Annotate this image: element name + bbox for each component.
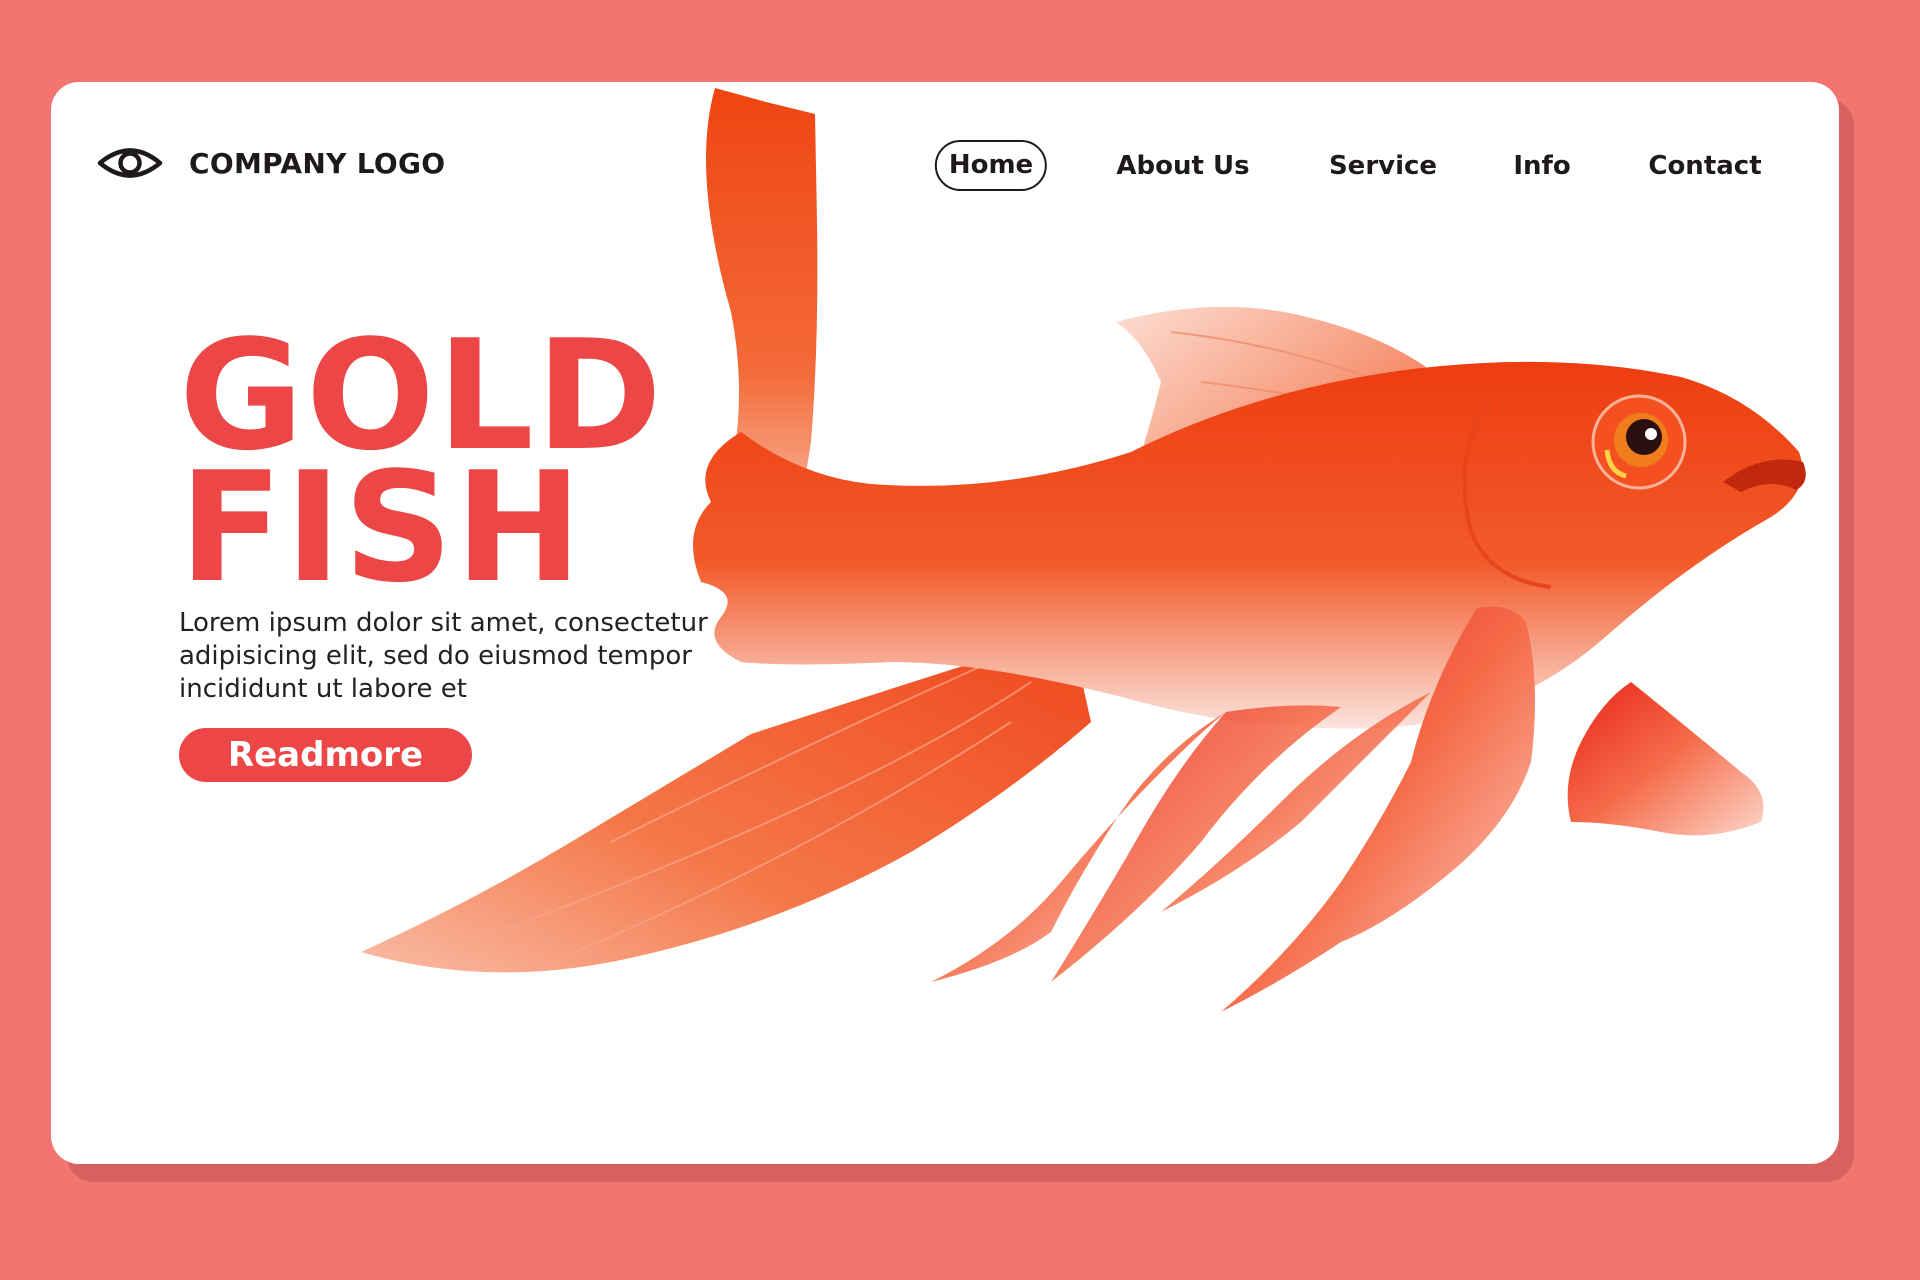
pelvic-fin [931, 712, 1226, 982]
pectoral-fin [1221, 606, 1535, 1012]
dorsal-fin [1091, 306, 1441, 582]
nav-home[interactable]: Home [934, 140, 1048, 191]
fish-eye [1591, 394, 1687, 490]
nav-about-us[interactable]: About Us [1116, 140, 1249, 192]
readmore-button[interactable]: Readmore [179, 728, 472, 782]
anal-fin [1567, 682, 1764, 836]
nav-info[interactable]: Info [1513, 140, 1570, 192]
fish-body [693, 361, 1803, 729]
hero-title: GOLD FISH [179, 320, 664, 604]
landing-page-card: COMPANY LOGO Home About Us Service Info … [51, 82, 1839, 1164]
nav-contact[interactable]: Contact [1648, 140, 1761, 192]
nav-service[interactable]: Service [1329, 140, 1437, 192]
hero-description: Lorem ipsum dolor sit amet, consectetur … [179, 608, 708, 704]
main-nav: Home About Us Service Info Contact [51, 140, 1839, 192]
